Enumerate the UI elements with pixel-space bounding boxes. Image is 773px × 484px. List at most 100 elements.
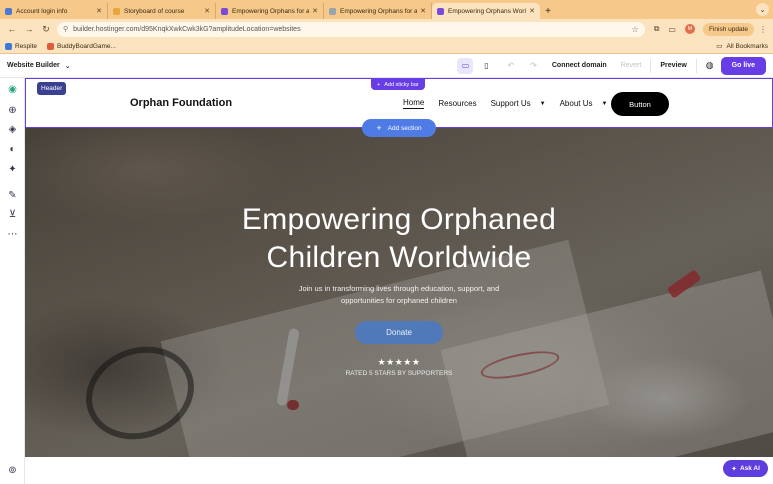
profile-avatar[interactable]: M (684, 24, 695, 34)
divider (650, 58, 652, 73)
ask-ai-label: Ask AI (739, 465, 760, 472)
browser-menu-icon[interactable]: ⋮ (759, 25, 767, 34)
tab-favicon-icon (437, 7, 444, 15)
ask-ai-button[interactable]: ✦ Ask AI (723, 460, 768, 477)
finish-update-button[interactable]: Finish update (702, 22, 754, 36)
rating-stars: ★★★★★ (377, 357, 421, 367)
blog-icon[interactable]: ✎ (6, 189, 19, 202)
bookmark-label: BuddyBoardGame... (57, 42, 116, 50)
nav-support-label: Support Us (490, 99, 531, 108)
divider (695, 58, 697, 73)
site-nav: Home Resources Support Us ▼ About Us ▼ (403, 98, 621, 109)
tab-title: Empowering Orphans for a B (340, 7, 418, 15)
bookmark-label: Respite (15, 42, 38, 50)
tab-search-chevron-icon[interactable]: ⌄ (756, 3, 769, 16)
hero-subtitle[interactable]: Join us in transforming lives through ed… (289, 283, 509, 307)
bookmark-respite[interactable]: Respite (5, 42, 38, 50)
close-tab-icon[interactable]: ✕ (529, 7, 535, 15)
browser-tab-active[interactable]: Empowering Orphans Worldw ✕ (432, 3, 540, 19)
close-tab-icon[interactable]: ✕ (312, 7, 318, 15)
browser-tab-bar: Account login info ✕ Storyboard of cours… (0, 0, 773, 19)
bookmarks-bar: Respite BuddyBoardGame... ▭ All Bookmark… (0, 39, 773, 54)
tab-favicon-icon (113, 7, 120, 15)
bookmark-favicon-icon (5, 42, 12, 50)
back-arrow-icon[interactable]: ← (6, 24, 18, 34)
hostinger-ai-icon[interactable]: ◉ (6, 83, 19, 96)
browser-tab[interactable]: Storyboard of course ✕ (108, 3, 216, 19)
close-tab-icon[interactable]: ✕ (96, 7, 102, 15)
canvas-below-area (25, 457, 773, 484)
add-section-label: Add section (387, 124, 422, 132)
bookmark-buddyboardgame[interactable]: BuddyBoardGame... (47, 42, 116, 50)
preview-button[interactable]: Preview (660, 62, 686, 69)
store-cart-icon[interactable]: ⊻ (6, 208, 19, 221)
all-bookmarks-button[interactable]: ▭ All Bookmarks (716, 42, 768, 51)
builder-toolbar: Website Builder ⌄ ▭ ▯ ↶ ↷ Connect domain… (0, 54, 773, 78)
site-info-icon[interactable]: ⚲ (63, 25, 68, 33)
bookmark-star-icon[interactable]: ☆ (632, 25, 639, 34)
browser-tab[interactable]: Empowering Orphans for a B ✕ (216, 3, 324, 19)
hero-section[interactable]: Empowering Orphaned Children Worldwide J… (25, 128, 773, 457)
globe-icon[interactable]: ◍ (706, 60, 714, 71)
more-icon[interactable]: ⋯ (6, 228, 19, 241)
redo-icon[interactable]: ↷ (530, 61, 537, 70)
add-sticky-bar-button[interactable]: + Add sticky bar (371, 79, 425, 90)
builder-title: Website Builder (7, 62, 60, 69)
tab-title: Empowering Orphans Worldw (448, 7, 527, 15)
nav-resources[interactable]: Resources (438, 99, 476, 108)
url-text: builder.hostinger.com/d95KnqkXwkCwk3kG?a… (73, 25, 301, 33)
cast-icon[interactable]: ▭ (668, 25, 676, 34)
revert-button[interactable]: Revert (621, 62, 642, 69)
browser-tab[interactable]: Account login info ✕ (0, 3, 108, 19)
editor-canvas: Header + Add sticky bar Orphan Foundatio… (25, 78, 773, 457)
hero-title[interactable]: Empowering Orphaned Children Worldwide (25, 201, 773, 277)
nav-support-us[interactable]: Support Us ▼ (491, 99, 546, 108)
donate-button[interactable]: Donate (355, 321, 443, 344)
add-element-icon[interactable]: ⊕ (6, 104, 19, 117)
close-tab-icon[interactable]: ✕ (204, 7, 210, 15)
close-tab-icon[interactable]: ✕ (420, 7, 426, 15)
site-logo-text[interactable]: Orphan Foundation (130, 97, 232, 109)
header-section-tag[interactable]: Header (37, 82, 67, 95)
caret-down-icon: ▼ (539, 100, 546, 107)
tab-favicon-icon (221, 7, 228, 15)
tab-title: Storyboard of course (124, 7, 185, 15)
tab-favicon-icon (5, 7, 12, 15)
hero-title-line: Children Worldwide (266, 241, 532, 274)
caret-down-icon: ▼ (601, 100, 608, 107)
folder-icon: ▭ (716, 43, 723, 50)
chevron-down-icon: ⌄ (64, 62, 71, 70)
rating-caption[interactable]: RATED 5 STARS BY SUPPORTERS (25, 370, 773, 377)
nav-about-us[interactable]: About Us ▼ (560, 99, 608, 108)
hero-title-line: Empowering Orphaned (241, 203, 557, 236)
extensions-icon[interactable]: ⧉ (654, 24, 660, 34)
go-live-button[interactable]: Go live (720, 56, 766, 75)
nav-about-label: About Us (559, 99, 593, 108)
styles-icon[interactable]: ◐ (6, 143, 19, 156)
tab-title: Empowering Orphans for a B (232, 7, 310, 15)
url-bar[interactable]: ⚲ builder.hostinger.com/d95KnqkXwkCwk3kG… (57, 21, 645, 37)
nav-home[interactable]: Home (403, 98, 425, 109)
desktop-view-icon[interactable]: ▭ (457, 57, 474, 74)
tab-title: Account login info (16, 7, 68, 15)
undo-icon[interactable]: ↶ (507, 61, 514, 70)
sticky-bar-label: Add sticky bar (384, 81, 419, 88)
tab-favicon-icon (329, 7, 336, 15)
reload-icon[interactable]: ↻ (40, 24, 52, 35)
add-section-button[interactable]: + Add section (362, 119, 436, 137)
website-builder-menu[interactable]: Website Builder ⌄ (7, 62, 71, 70)
browser-tab[interactable]: Empowering Orphans for a B ✕ (324, 3, 432, 19)
connect-domain-button[interactable]: Connect domain (552, 62, 607, 69)
builder-sidebar: ◉ ⊕ ◈ ◐ ✦ ✎ ⊻ ⋯ ⊚ (0, 78, 25, 484)
plus-icon: + (376, 123, 382, 133)
header-cta-button[interactable]: Button (611, 92, 669, 116)
help-icon[interactable]: ⊚ (6, 464, 19, 477)
plus-icon: + (377, 81, 381, 88)
forward-arrow-icon[interactable]: → (23, 24, 35, 34)
new-tab-button[interactable]: + (540, 3, 556, 19)
sparkle-icon: ✦ (731, 465, 737, 473)
layers-icon[interactable]: ◈ (6, 123, 19, 136)
ai-tools-icon[interactable]: ✦ (6, 163, 19, 176)
address-bar-row: ← → ↻ ⚲ builder.hostinger.com/d95KnqkXwk… (0, 19, 773, 39)
mobile-view-icon[interactable]: ▯ (478, 58, 494, 74)
